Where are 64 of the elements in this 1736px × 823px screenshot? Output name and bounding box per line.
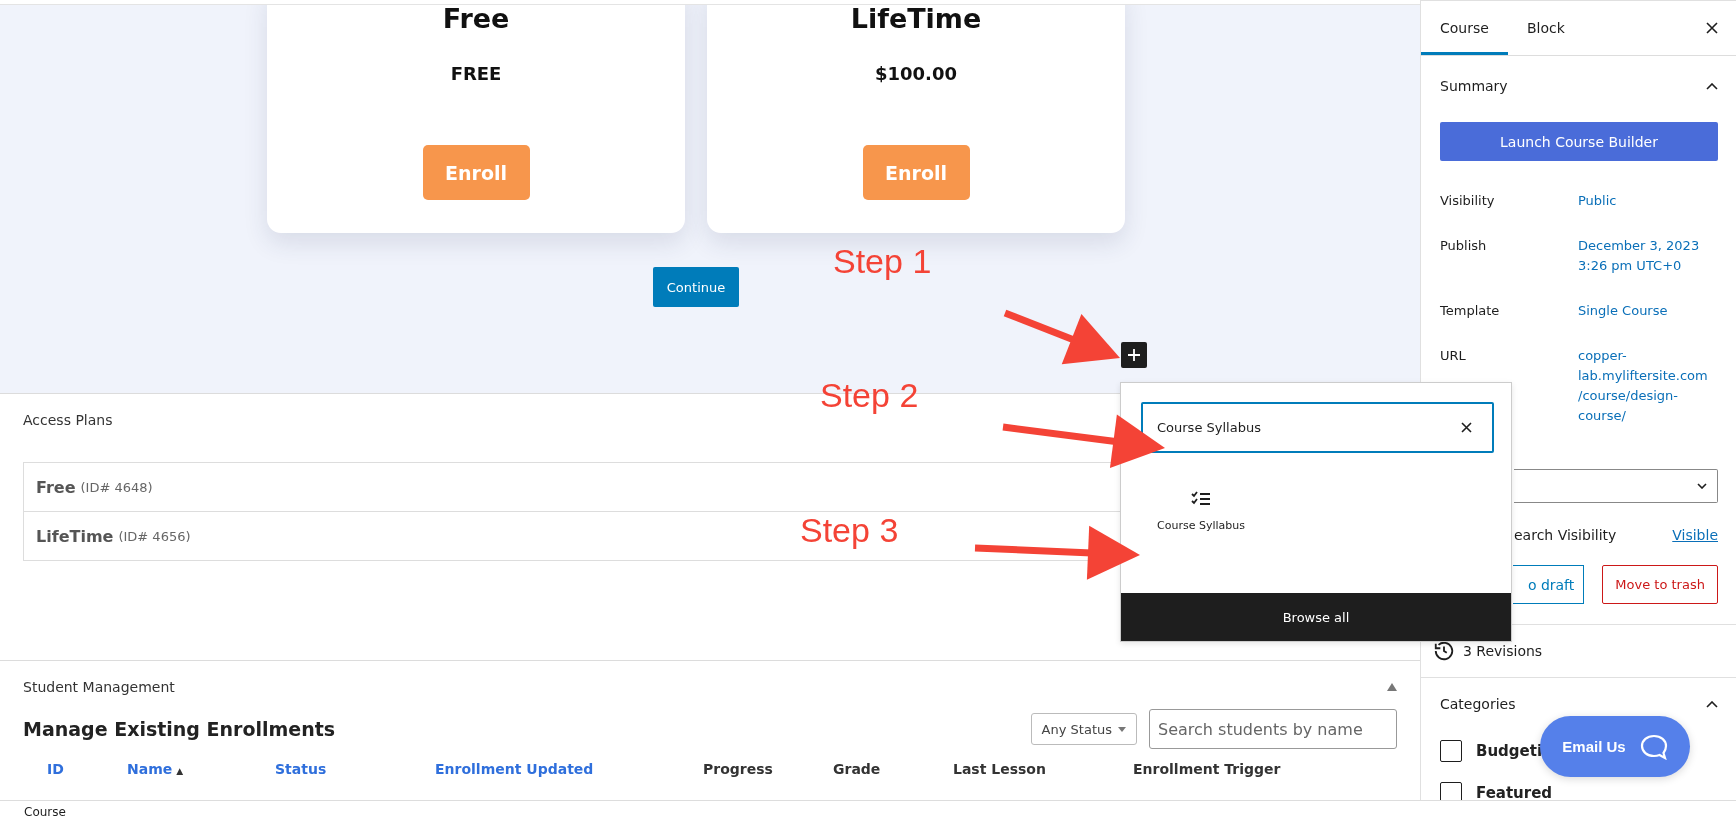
block-search-field[interactable]: Course Syllabus: [1141, 402, 1494, 453]
checkbox[interactable]: [1440, 740, 1462, 762]
field-value-link[interactable]: copper- lab.myliftersite.com /course/design- course/: [1578, 346, 1718, 426]
chevron-icon[interactable]: [1706, 82, 1718, 90]
column-header[interactable]: Name ▲: [127, 761, 275, 777]
chevron-down-icon: [1697, 483, 1707, 489]
step-annotation: Step 1: [833, 242, 932, 281]
field-value-link[interactable]: Public: [1578, 191, 1718, 211]
field-label: Template: [1440, 302, 1501, 320]
field-label: Publish: [1440, 237, 1488, 255]
revisions-link[interactable]: 3 Revisions: [1463, 643, 1543, 659]
collapse-toggle-icon[interactable]: [1387, 681, 1397, 693]
sidebar-tab[interactable]: Block: [1507, 1, 1584, 55]
section-title: Summary: [1440, 78, 1508, 94]
column-header: Enrollment Trigger: [1133, 761, 1282, 777]
panel-title: Student Management: [23, 679, 175, 695]
column-header: Last Lesson: [953, 761, 1047, 777]
add-block-button[interactable]: [1121, 342, 1147, 368]
plus-icon: [1127, 348, 1141, 362]
checkbox[interactable]: [1440, 782, 1462, 800]
column-header[interactable]: Enrollment Updated: [435, 761, 703, 777]
field-label: Visibility: [1440, 192, 1496, 210]
history-icon: [1433, 640, 1455, 662]
field-value-link[interactable]: Single Course: [1578, 301, 1718, 321]
field-label: URL: [1440, 347, 1467, 365]
launch-course-builder-button[interactable]: Launch Course Builder: [1440, 122, 1718, 161]
field-label: earch Visibility: [1514, 527, 1617, 543]
continue-button[interactable]: Continue: [653, 267, 739, 307]
checklist-icon: [1191, 491, 1211, 507]
plan-name: LifeTime: [36, 526, 114, 546]
sidebar-tab[interactable]: Course: [1421, 1, 1508, 55]
category-label: Budgeti: [1476, 742, 1543, 760]
column-header[interactable]: Status: [275, 761, 435, 777]
status-filter[interactable]: Any Status: [1030, 713, 1137, 745]
draft-button[interactable]: o draft: [1513, 565, 1585, 604]
search-field[interactable]: Search students by name: [1149, 709, 1397, 749]
panel-title: Access Plans: [23, 412, 113, 428]
plan-price: FREE: [450, 62, 502, 86]
block-result[interactable]: Course Syllabus: [1141, 467, 1261, 542]
plan-price: $100.00: [875, 62, 957, 86]
column-header: Progress: [703, 761, 774, 777]
section-title: Categories: [1440, 696, 1516, 712]
move-to-trash-button[interactable]: Move to trash: [1602, 565, 1718, 604]
dropdown-field[interactable]: [1514, 469, 1718, 503]
clear-icon[interactable]: [1461, 422, 1472, 433]
plan-name: Free: [36, 477, 76, 497]
chat-bubble-icon: [1639, 733, 1668, 760]
email-us-button[interactable]: Email Us: [1540, 716, 1690, 777]
plan-title: LifeTime: [850, 5, 982, 36]
visibility-link[interactable]: Visible: [1672, 527, 1718, 543]
step-annotation: Step 3: [800, 511, 899, 550]
plan-id: (ID# 4656): [118, 528, 191, 544]
field-value-link[interactable]: December 3, 2023 3:26 pm UTC+0: [1578, 236, 1718, 276]
plan-id: (ID# 4648): [80, 479, 153, 495]
category-label: Featured: [1476, 784, 1553, 800]
status-bar-label: Course: [24, 805, 66, 819]
caret-icon: [1118, 726, 1126, 732]
chevron-icon[interactable]: [1706, 700, 1718, 708]
section-heading: Manage Existing Enrollments: [23, 718, 337, 740]
browse-all-button[interactable]: Browse all: [1121, 593, 1511, 641]
column-header: Grade: [833, 761, 882, 777]
step-annotation: Step 2: [820, 376, 919, 415]
column-header[interactable]: ID: [47, 761, 127, 777]
plan-title: Free: [442, 5, 510, 36]
